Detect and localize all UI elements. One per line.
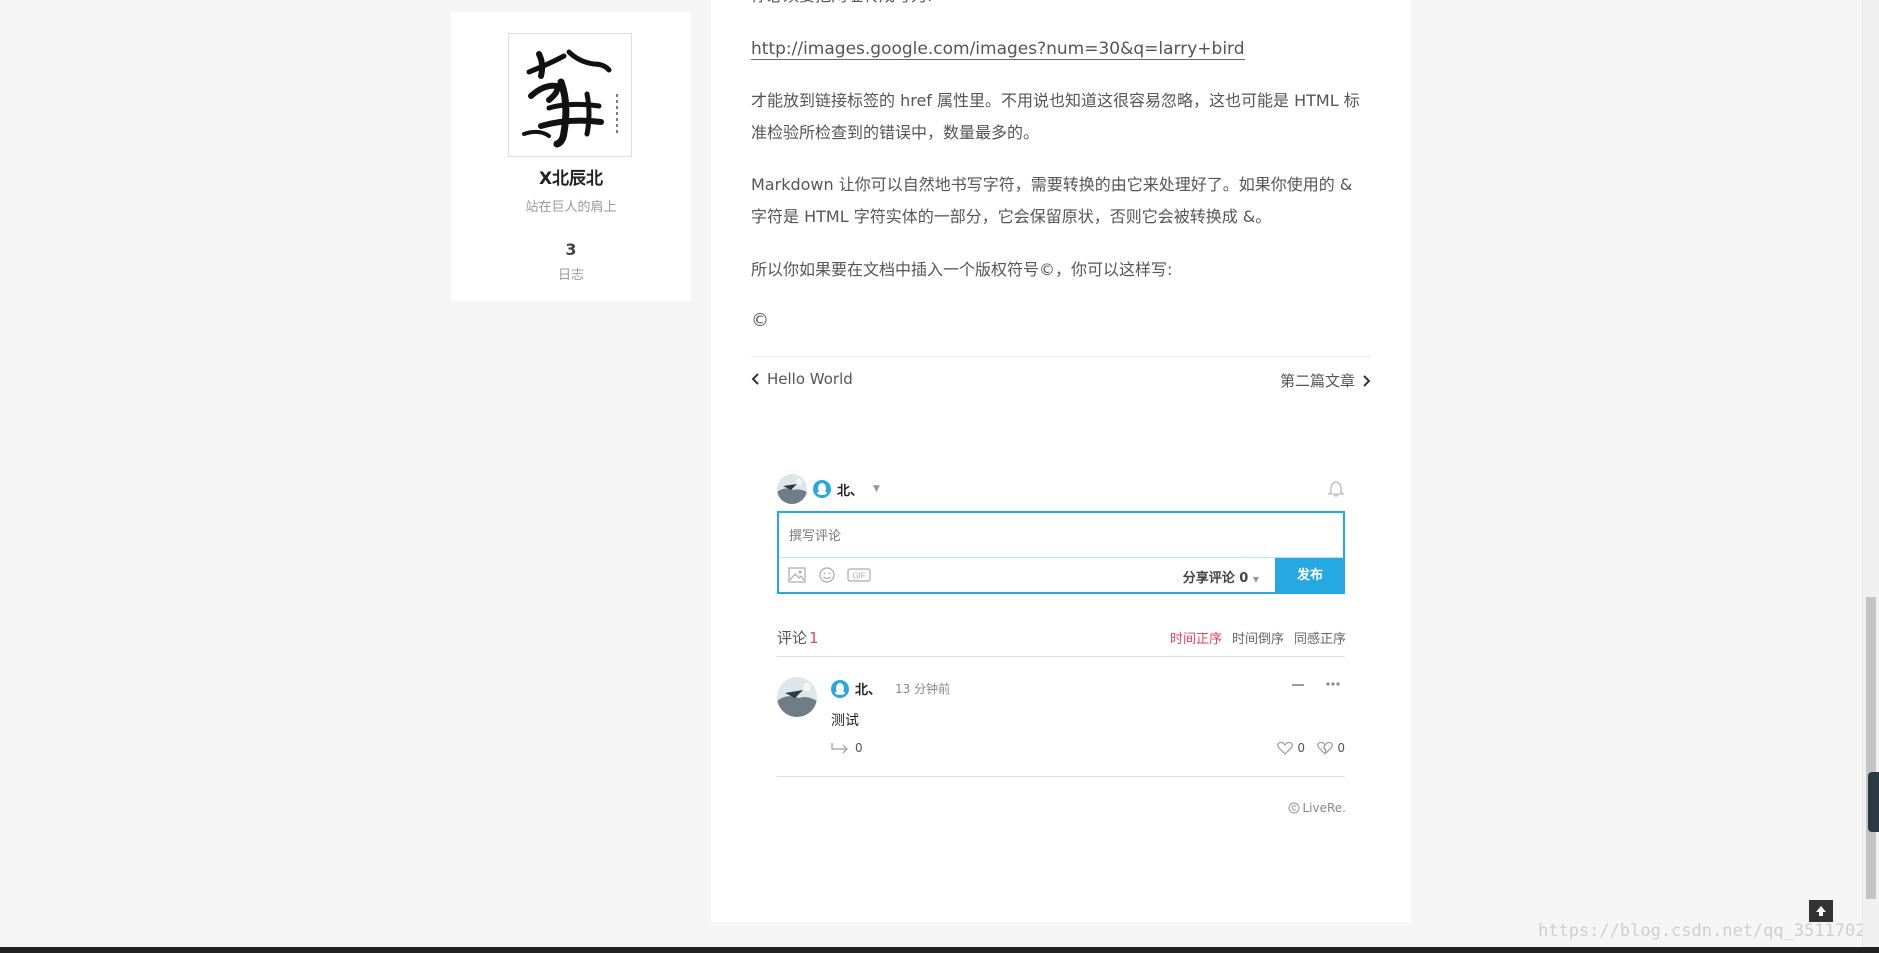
chevron-right-icon bbox=[1363, 374, 1371, 387]
prev-post-link[interactable]: Hello World bbox=[751, 370, 853, 388]
comments-bottom-divider bbox=[777, 776, 1345, 777]
copyright-icon bbox=[1288, 802, 1299, 814]
dislike-button[interactable]: 0 bbox=[1317, 741, 1345, 755]
comment-time: 13 分钟前 bbox=[895, 682, 951, 696]
arrow-up-icon bbox=[1816, 906, 1826, 916]
scrollbar-thumb[interactable] bbox=[1866, 597, 1876, 899]
comments-label: 评论 bbox=[777, 629, 808, 647]
side-widget-tab[interactable] bbox=[1868, 772, 1879, 832]
editor-toolbar: GIF 分享评论 0 ▼ 发布 bbox=[779, 557, 1345, 594]
collapse-icon[interactable] bbox=[1291, 680, 1305, 690]
like-button[interactable]: 0 bbox=[1277, 741, 1305, 755]
publish-button[interactable]: 发布 bbox=[1275, 558, 1345, 594]
comment-author[interactable]: 北、 bbox=[855, 679, 881, 698]
site-name: X北辰北 bbox=[538, 169, 604, 189]
share-comment-toggle[interactable]: 分享评论 0 ▼ bbox=[1183, 567, 1259, 586]
share-dropdown-icon: ▼ bbox=[1252, 575, 1259, 584]
reply-count: 0 bbox=[855, 741, 863, 755]
comment-input[interactable] bbox=[787, 527, 1331, 544]
article-paragraph-cut: 你必须要把网址转成写为: bbox=[751, 0, 1371, 12]
back-to-top-button[interactable] bbox=[1809, 900, 1833, 922]
bottom-bar bbox=[0, 947, 1879, 953]
sort-tab-time-desc[interactable]: 时间倒序 bbox=[1232, 628, 1284, 647]
image-icon[interactable] bbox=[787, 566, 807, 584]
post-count-label[interactable]: 日志 bbox=[451, 264, 691, 283]
article-link-line: http://images.google.com/images?num=30&q… bbox=[751, 33, 1371, 65]
sort-tabs: 时间正序 时间倒序 同感正序 bbox=[1170, 628, 1346, 647]
comment-head: 北、 13 分钟前 bbox=[831, 679, 950, 698]
chevron-left-icon bbox=[751, 373, 759, 385]
qq-icon bbox=[831, 679, 849, 698]
gif-icon[interactable]: GIF bbox=[847, 566, 871, 584]
comments-header: 评论 1 bbox=[777, 627, 819, 648]
article-paragraph: Markdown 让你可以自然地书写字符，需要转换的由它来处理好了。如果你使用的… bbox=[751, 175, 1353, 226]
comments-count: 1 bbox=[809, 629, 819, 647]
username: 北、 bbox=[837, 483, 864, 499]
comment-item: 北、 13 分钟前 测试 0 0 0 bbox=[777, 677, 1345, 777]
post-count[interactable]: 3 bbox=[451, 240, 691, 259]
post-divider bbox=[751, 356, 1371, 357]
dislike-count: 0 bbox=[1337, 741, 1345, 755]
reply-arrow-icon bbox=[831, 743, 848, 754]
site-motto: 站在巨人的肩上 bbox=[525, 200, 617, 215]
prev-post-label: Hello World bbox=[767, 370, 853, 388]
user-avatar[interactable] bbox=[777, 474, 807, 504]
comment-text: 测试 bbox=[831, 713, 859, 729]
like-count: 0 bbox=[1297, 741, 1305, 755]
calligraphy-logo-icon bbox=[509, 34, 631, 156]
broken-heart-icon bbox=[1317, 741, 1334, 755]
comment-editor: GIF 分享评论 0 ▼ 发布 bbox=[777, 511, 1345, 594]
livere-label: LiveRe. bbox=[1302, 801, 1347, 815]
article-paragraph: 才能放到链接标签的 href 属性里。不用说也知道这很容易忽略，这也可能是 HT… bbox=[751, 91, 1360, 142]
page: X北辰北 站在巨人的肩上 3 日志 你必须要把网址转成写为: http://im… bbox=[0, 0, 1879, 953]
sort-tab-time-asc[interactable]: 时间正序 bbox=[1170, 628, 1222, 647]
sidebar-author-card: X北辰北 站在巨人的肩上 3 日志 bbox=[451, 12, 691, 301]
more-options-icon[interactable] bbox=[1325, 679, 1341, 689]
next-post-label: 第二篇文章 bbox=[1279, 372, 1355, 390]
article-panel: 你必须要把网址转成写为: http://images.google.com/im… bbox=[711, 0, 1411, 922]
comment-avatar[interactable] bbox=[777, 677, 817, 717]
comment-user-row[interactable]: 北、 ▼ bbox=[777, 474, 880, 504]
emoji-icon[interactable] bbox=[817, 566, 837, 584]
comments-divider bbox=[777, 656, 1345, 657]
article-paragraph: © bbox=[751, 310, 769, 331]
user-avatar-image bbox=[777, 474, 807, 504]
svg-text:GIF: GIF bbox=[852, 572, 865, 581]
heart-icon bbox=[1277, 741, 1294, 755]
watermark: https://blog.csdn.net/qq_35117024 bbox=[1538, 921, 1876, 941]
article-paragraph: 所以你如果要在文档中插入一个版权符号©，你可以这样写: bbox=[751, 260, 1173, 279]
bell-icon[interactable] bbox=[1327, 480, 1345, 498]
qq-icon bbox=[813, 480, 831, 498]
sort-tab-likes[interactable]: 同感正序 bbox=[1294, 628, 1346, 647]
next-post-link[interactable]: 第二篇文章 bbox=[1280, 370, 1371, 391]
user-dropdown-icon[interactable]: ▼ bbox=[873, 484, 880, 494]
livere-credit[interactable]: LiveRe. bbox=[1288, 801, 1347, 815]
comment-avatar-image bbox=[777, 677, 817, 717]
share-comment-label: 分享评论 0 bbox=[1182, 571, 1249, 586]
reply-button[interactable]: 0 bbox=[831, 741, 863, 755]
article-link[interactable]: http://images.google.com/images?num=30&q… bbox=[751, 39, 1245, 60]
site-avatar[interactable] bbox=[508, 33, 632, 157]
